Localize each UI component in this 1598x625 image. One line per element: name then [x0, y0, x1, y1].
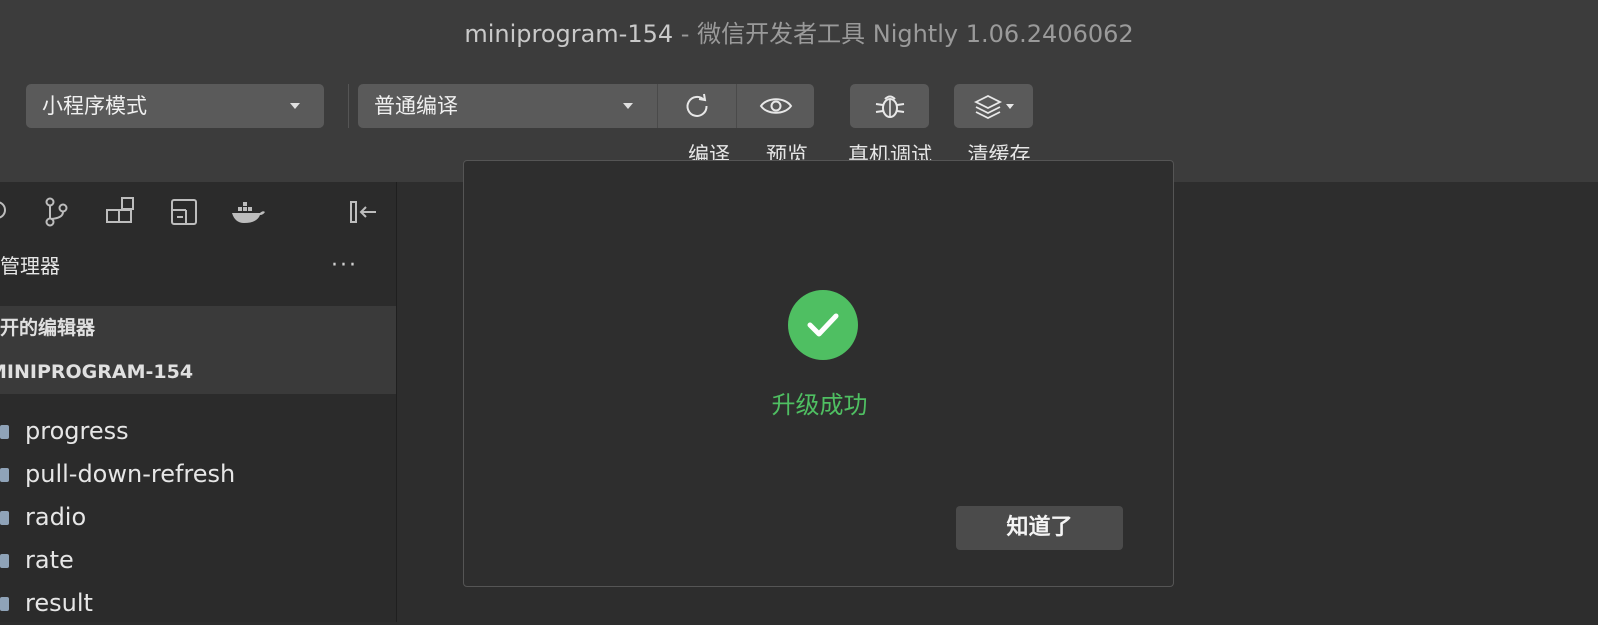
- app-name: 微信开发者工具 Nightly 1.06.2406062: [697, 20, 1134, 48]
- clear-cache-button[interactable]: [954, 84, 1033, 128]
- preview-button[interactable]: [736, 84, 814, 128]
- compile-group: 普通编译: [358, 84, 814, 128]
- file-item[interactable]: radio: [0, 496, 235, 539]
- project-name: miniprogram-154: [464, 20, 674, 48]
- bug-icon: [875, 95, 904, 118]
- file-list: progress pull-down-refresh radio rate re…: [0, 410, 235, 625]
- docker-icon[interactable]: [226, 192, 270, 232]
- compile-button[interactable]: [657, 84, 736, 128]
- success-check-icon: [788, 290, 858, 360]
- file-label: rate: [25, 546, 74, 574]
- activity-bar: [0, 192, 396, 232]
- file-item[interactable]: progress: [0, 410, 235, 453]
- sidebar: 源管理器 ··· 打开的编辑器 MINIPROGRAM-154 progress…: [0, 182, 397, 622]
- window-title: miniprogram-154 - 微信开发者工具 Nightly 1.06.2…: [0, 14, 1598, 49]
- layers-icon: [973, 94, 1014, 120]
- project-section[interactable]: MINIPROGRAM-154: [0, 350, 396, 394]
- more-actions-icon[interactable]: ···: [331, 240, 358, 292]
- compile-select-value: 普通编译: [374, 94, 458, 118]
- got-it-button[interactable]: 知道了: [956, 506, 1123, 550]
- file-label: pull-down-refresh: [25, 460, 236, 488]
- file-label: result: [25, 589, 93, 617]
- file-item[interactable]: result: [0, 582, 235, 625]
- open-editors-section[interactable]: 打开的编辑器: [0, 306, 396, 350]
- title-separator: -: [680, 20, 690, 48]
- project-label: MINIPROGRAM-154: [0, 361, 194, 383]
- folder-icon: [0, 425, 9, 439]
- eye-icon: [759, 98, 792, 114]
- file-label: radio: [25, 503, 87, 531]
- toolbar: miniprogram-154 - 微信开发者工具 Nightly 1.06.2…: [0, 0, 1598, 182]
- mode-select-value: 小程序模式: [42, 94, 147, 118]
- compile-select[interactable]: 普通编译: [358, 84, 657, 128]
- collapse-sidebar-icon[interactable]: [346, 192, 382, 232]
- remote-debug-button[interactable]: [850, 84, 929, 128]
- folder-icon: [0, 597, 9, 611]
- chevron-down-icon: [290, 103, 300, 109]
- file-item[interactable]: pull-down-refresh: [0, 453, 235, 496]
- folder-icon: [0, 554, 9, 568]
- explorer-title: 源管理器: [0, 254, 60, 278]
- open-editors-label: 打开的编辑器: [0, 317, 96, 339]
- success-message: 升级成功: [771, 391, 868, 419]
- toolbar-divider: [348, 84, 349, 128]
- extensions-icon[interactable]: [102, 192, 138, 232]
- explorer-header: 源管理器 ···: [0, 240, 396, 292]
- folder-icon: [0, 511, 9, 525]
- chevron-down-icon: [623, 103, 633, 109]
- layout-icon[interactable]: [166, 192, 202, 232]
- refresh-icon: [686, 93, 708, 117]
- folder-icon: [0, 468, 9, 482]
- upgrade-dialog: 升级成功 知道了: [463, 160, 1174, 587]
- source-control-icon[interactable]: [38, 192, 74, 232]
- file-label: progress: [25, 417, 129, 445]
- search-icon[interactable]: [0, 192, 18, 232]
- file-item[interactable]: rate: [0, 539, 235, 582]
- mode-select[interactable]: 小程序模式: [26, 84, 324, 128]
